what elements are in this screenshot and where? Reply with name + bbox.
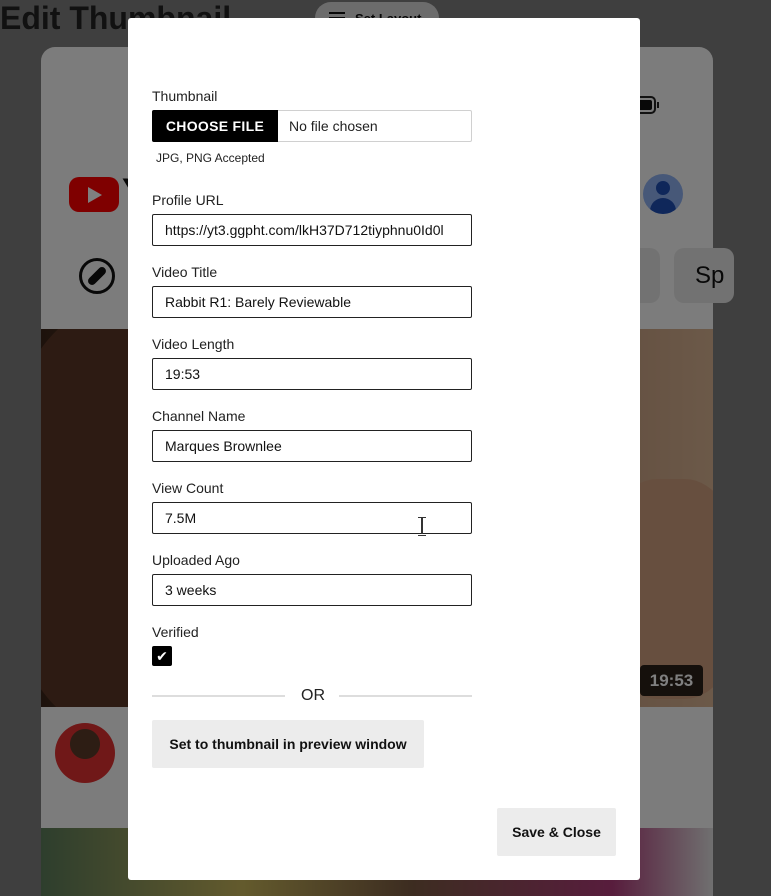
divider-right [339,695,472,697]
thumbnail-file-input[interactable]: CHOOSE FILE No file chosen [152,110,472,142]
video-title-input[interactable]: Rabbit R1: Barely Reviewable [152,286,472,318]
channel-name-label: Channel Name [152,408,246,424]
file-type-hint: JPG, PNG Accepted [156,151,265,165]
video-length-label: Video Length [152,336,235,352]
view-count-label: View Count [152,480,224,496]
verified-label: Verified [152,624,199,640]
verified-checkbox[interactable]: ✔ [152,646,172,666]
file-status: No file chosen [289,118,378,134]
text-cursor-icon [418,517,426,536]
set-to-preview-thumbnail-button[interactable]: Set to thumbnail in preview window [152,720,424,768]
channel-name-input[interactable]: Marques Brownlee [152,430,472,462]
divider-left [152,695,285,697]
uploaded-ago-label: Uploaded Ago [152,552,240,568]
save-and-close-button[interactable]: Save & Close [497,808,616,856]
video-title-label: Video Title [152,264,218,280]
profile-url-input[interactable]: https://yt3.ggpht.com/lkH37D712tiyphnu0I… [152,214,472,246]
video-length-input[interactable]: 19:53 [152,358,472,390]
or-separator: OR [301,687,325,704]
checkmark-icon: ✔ [156,647,168,664]
choose-file-button[interactable]: CHOOSE FILE [152,110,278,142]
thumbnail-label: Thumbnail [152,88,218,104]
uploaded-ago-input[interactable]: 3 weeks [152,574,472,606]
profile-url-label: Profile URL [152,192,224,208]
